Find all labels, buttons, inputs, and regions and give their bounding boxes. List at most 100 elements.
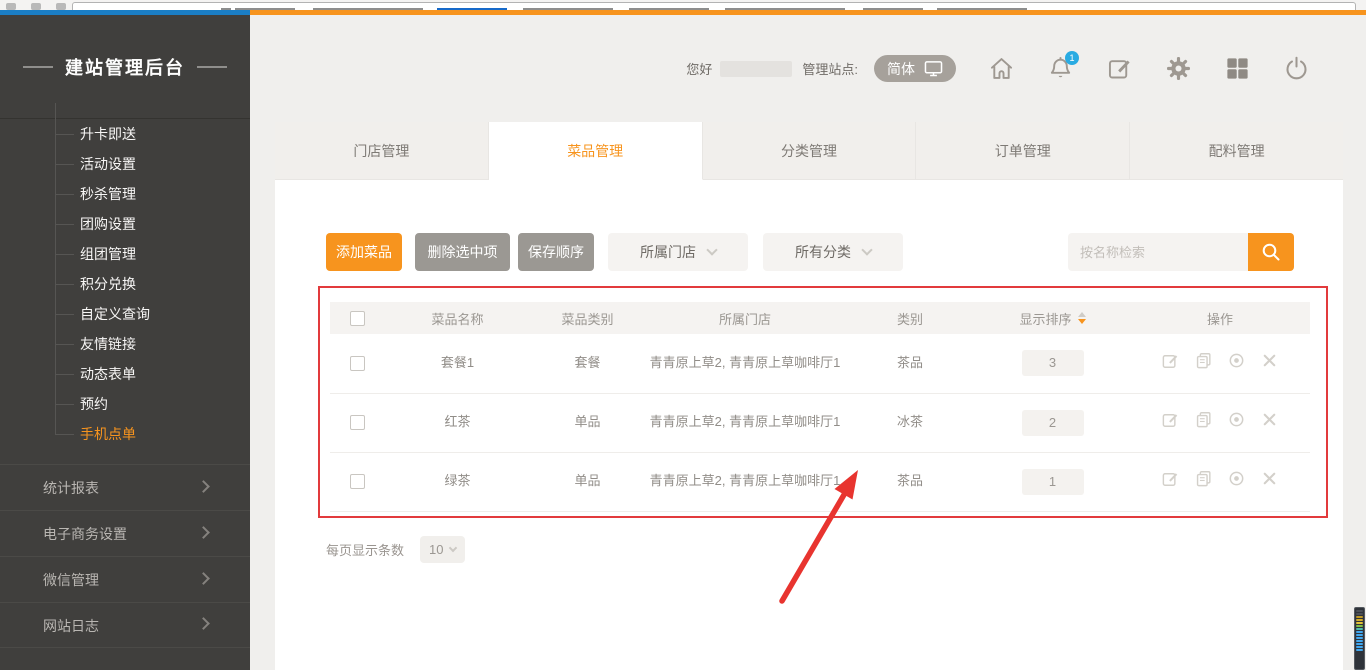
address-bar[interactable] (72, 2, 1356, 10)
row-checkbox[interactable] (350, 474, 365, 489)
language-pill-button[interactable]: 简体 (874, 55, 956, 82)
power-icon (1283, 55, 1310, 82)
copy-icon[interactable] (1194, 410, 1213, 429)
store-cell: 青青原上草2, 青青原上草咖啡厅1 (645, 452, 845, 511)
sidebar-item-group-management[interactable]: 组团管理 (0, 239, 250, 269)
copy-icon[interactable] (1194, 351, 1213, 370)
search-button[interactable] (1248, 233, 1294, 271)
chevron-right-icon (197, 480, 210, 493)
sort-column-label: 显示排序 (1019, 309, 1071, 328)
app-logo: 建站管理后台 (0, 15, 250, 119)
sidebar-item-group-buy[interactable]: 团购设置 (0, 209, 250, 239)
sidebar-item-custom-query[interactable]: 自定义查询 (0, 299, 250, 329)
home-icon (988, 55, 1015, 82)
view-icon[interactable] (1227, 351, 1246, 370)
sort-asc-icon[interactable] (1078, 312, 1086, 317)
row-checkbox[interactable] (350, 356, 365, 371)
dish-table: 菜品名称 菜品类别 所属门店 类别 显示排序 操作 (330, 302, 1310, 512)
sidebar-section-ecommerce[interactable]: 电子商务设置 (0, 510, 250, 556)
save-order-button[interactable]: 保存顺序 (518, 233, 594, 271)
sidebar-section-wechat[interactable]: 微信管理 (0, 556, 250, 602)
annotation-rectangle: 菜品名称 菜品类别 所属门店 类别 显示排序 操作 (318, 286, 1328, 518)
sidebar: 建站管理后台 升卡即送 活动设置 秒杀管理 团购设置 组团管理 积分兑换 自定义… (0, 15, 250, 670)
sort-desc-icon[interactable] (1078, 319, 1086, 324)
section-label: 微信管理 (43, 572, 99, 588)
app-title: 建站管理后台 (65, 54, 185, 80)
site-label: 管理站点: (802, 59, 858, 78)
sidebar-item-mobile-ordering[interactable]: 手机点单 (0, 419, 250, 449)
page-size-select[interactable]: 10 (420, 536, 465, 563)
browser-forward-icon[interactable] (31, 3, 41, 10)
add-dish-button[interactable]: 添加菜品 (326, 233, 402, 271)
tab-ingredient-management[interactable]: 配料管理 (1130, 122, 1343, 180)
section-label: 网站日志 (43, 618, 99, 634)
dish-type-cell: 套餐 (530, 334, 645, 393)
sidebar-item-upgrade-gift[interactable]: 升卡即送 (0, 119, 250, 149)
sidebar-submenu: 升卡即送 活动设置 秒杀管理 团购设置 组团管理 积分兑换 自定义查询 友情链接… (0, 119, 250, 449)
tab-order-management[interactable]: 订单管理 (916, 122, 1130, 180)
store-filter-dropdown[interactable]: 所属门店 (608, 233, 748, 271)
section-label: 电子商务设置 (43, 526, 127, 542)
dish-name-cell: 红茶 (385, 393, 530, 452)
delete-selected-button[interactable]: 删除选中项 (415, 233, 510, 271)
browser-reload-icon[interactable] (56, 3, 66, 10)
sidebar-item-reservation[interactable]: 预约 (0, 389, 250, 419)
notification-badge: 1 (1065, 51, 1079, 65)
sidebar-item-flash-sale[interactable]: 秒杀管理 (0, 179, 250, 209)
topbar: 您好 管理站点: 简体 1 (250, 15, 1366, 122)
sidebar-item-points-exchange[interactable]: 积分兑换 (0, 269, 250, 299)
content-panel: 门店管理 菜品管理 分类管理 订单管理 配料管理 添加菜品 删除选中项 保存顺序… (275, 122, 1343, 670)
browser-back-icon[interactable] (6, 3, 16, 10)
delete-icon[interactable] (1260, 410, 1279, 429)
search-input[interactable] (1068, 233, 1248, 271)
logo-dash-right (197, 66, 227, 68)
edit-icon[interactable] (1161, 351, 1180, 370)
sort-order-field[interactable]: 2 (1022, 410, 1084, 436)
grid-icon (1224, 55, 1251, 82)
redacted-username (720, 61, 792, 77)
sidebar-section-statistics[interactable]: 统计报表 (0, 464, 250, 510)
edit-icon[interactable] (1161, 410, 1180, 429)
notifications-button[interactable]: 1 (1047, 55, 1074, 82)
column-actions: 操作 (1130, 302, 1310, 334)
select-all-checkbox[interactable] (350, 311, 365, 326)
sort-order-field[interactable]: 3 (1022, 350, 1084, 376)
sidebar-item-friend-links[interactable]: 友情链接 (0, 329, 250, 359)
table-row: 红茶 单品 青青原上草2, 青青原上草咖啡厅1 冰茶 2 (330, 393, 1310, 452)
copy-icon[interactable] (1194, 469, 1213, 488)
chevron-down-icon (449, 544, 457, 552)
view-icon[interactable] (1227, 410, 1246, 429)
table-row: 绿茶 单品 青青原上草2, 青青原上草咖啡厅1 茶品 1 (330, 452, 1310, 511)
view-icon[interactable] (1227, 469, 1246, 488)
store-filter-label: 所属门店 (640, 242, 696, 262)
category-cell: 茶品 (845, 452, 975, 511)
compose-button[interactable] (1106, 55, 1133, 82)
tab-store-management[interactable]: 门店管理 (275, 122, 489, 180)
delete-icon[interactable] (1260, 469, 1279, 488)
chevron-down-icon (706, 244, 717, 255)
color-stripes-widget[interactable] (1354, 607, 1365, 670)
search-icon (1259, 240, 1283, 264)
toolbar: 添加菜品 删除选中项 保存顺序 所属门店 所有分类 (275, 233, 1343, 271)
tab-dish-management[interactable]: 菜品管理 (489, 122, 703, 180)
home-button[interactable] (988, 55, 1015, 82)
page-size-label: 每页显示条数 (326, 540, 404, 559)
settings-button[interactable] (1165, 55, 1192, 82)
dish-type-cell: 单品 (530, 393, 645, 452)
column-dish-type: 菜品类别 (530, 302, 645, 334)
sidebar-item-activity-settings[interactable]: 活动设置 (0, 149, 250, 179)
store-cell: 青青原上草2, 青青原上草咖啡厅1 (645, 334, 845, 393)
row-checkbox[interactable] (350, 415, 365, 430)
tab-category-management[interactable]: 分类管理 (703, 122, 917, 180)
category-cell: 茶品 (845, 334, 975, 393)
edit-icon[interactable] (1161, 469, 1180, 488)
sidebar-section-website-logs[interactable]: 网站日志 (0, 602, 250, 648)
category-filter-dropdown[interactable]: 所有分类 (763, 233, 903, 271)
column-store: 所属门店 (645, 302, 845, 334)
sort-order-field[interactable]: 1 (1022, 469, 1084, 495)
sidebar-item-dynamic-forms[interactable]: 动态表单 (0, 359, 250, 389)
logout-button[interactable] (1283, 55, 1310, 82)
apps-button[interactable] (1224, 55, 1251, 82)
column-sort-order[interactable]: 显示排序 (975, 302, 1130, 334)
delete-icon[interactable] (1260, 351, 1279, 370)
